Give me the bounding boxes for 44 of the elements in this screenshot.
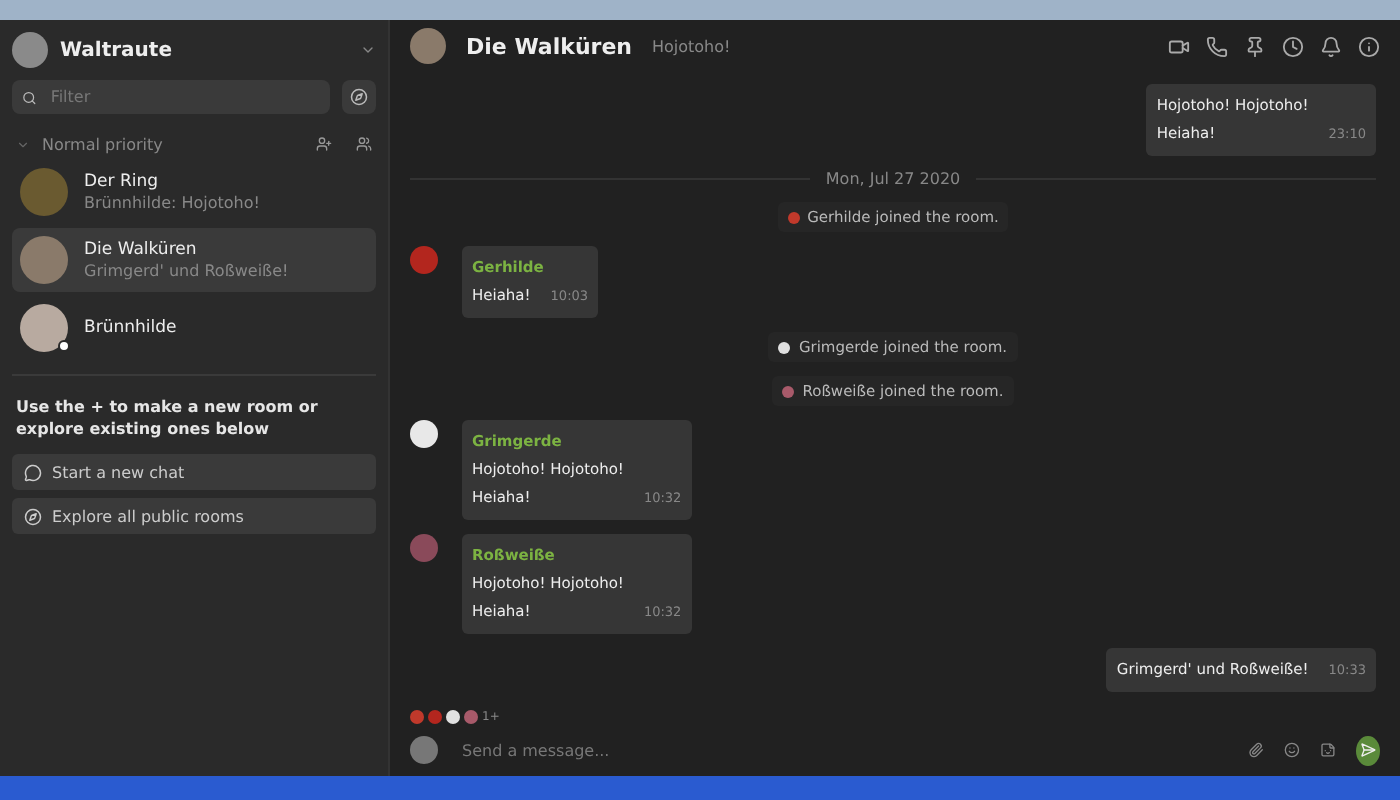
chevron-icon[interactable] <box>360 42 376 58</box>
room-item[interactable]: Die Walküren Grimgerd' und Roßweiße! <box>12 228 376 292</box>
room-name: Die Walküren <box>84 240 199 260</box>
room-avatar <box>20 168 68 216</box>
date-separator: Mon, Jul 27 2020 <box>825 170 961 188</box>
room-title: Die Walküren <box>466 33 632 59</box>
users-icon[interactable] <box>356 136 372 152</box>
user-avatar <box>410 736 438 764</box>
info-icon[interactable] <box>1358 35 1380 57</box>
filter-input[interactable]: Filter <box>46 86 320 108</box>
video-call-icon[interactable] <box>1168 35 1190 57</box>
hint-text: Use the + to make a new room or explore existing ones below <box>16 396 320 440</box>
compass-icon <box>24 507 42 525</box>
room-name: Brünnhilde <box>84 318 177 338</box>
phone-icon[interactable] <box>1206 35 1228 57</box>
new-chat-button[interactable]: Start a new chat <box>12 454 376 490</box>
room-item[interactable]: Der Ring Brünnhilde: Hojotoho! <box>12 160 376 224</box>
section-title[interactable]: Normal priority <box>42 135 163 153</box>
message-input[interactable]: Send a message... <box>458 739 1229 761</box>
filter-box[interactable]: Filter <box>12 80 330 114</box>
emoji-icon[interactable] <box>1284 740 1301 760</box>
room-avatar <box>20 236 68 284</box>
bell-icon[interactable] <box>1320 35 1342 57</box>
room-preview: Brünnhilde: Hojotoho! <box>84 194 260 212</box>
room-item[interactable]: Brünnhilde <box>12 296 376 360</box>
user-avatar[interactable] <box>12 32 48 68</box>
send-icon <box>1360 742 1377 758</box>
room-topic: Hojotoho! <box>652 37 731 55</box>
compass-icon <box>350 88 368 106</box>
chat-icon <box>24 463 42 481</box>
room-name: Der Ring <box>84 172 161 192</box>
clock-icon[interactable] <box>1282 35 1304 57</box>
explore-button[interactable] <box>342 80 376 114</box>
sticker-icon[interactable] <box>1320 740 1337 760</box>
search-icon <box>22 89 37 105</box>
room-avatar[interactable] <box>410 28 446 64</box>
attachment-icon[interactable] <box>1248 740 1265 760</box>
room-preview: Grimgerd' und Roßweiße! <box>84 262 289 280</box>
add-user-icon[interactable] <box>316 136 332 152</box>
send-button[interactable] <box>1356 735 1380 765</box>
user-name[interactable]: Waltraute <box>60 39 172 61</box>
explore-rooms-button[interactable]: Explore all public rooms <box>12 498 376 534</box>
avatar[interactable] <box>410 420 438 448</box>
pin-icon[interactable] <box>1244 35 1266 57</box>
